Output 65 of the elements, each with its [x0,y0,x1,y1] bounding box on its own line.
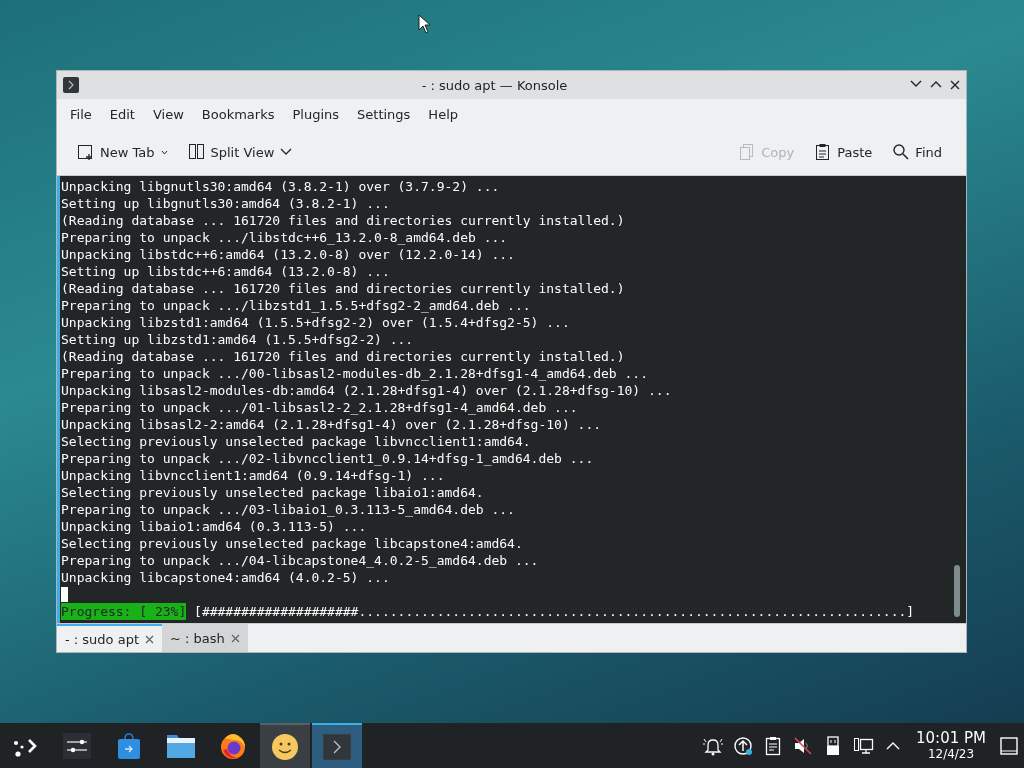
split-view-icon [187,143,205,161]
terminal-line: Preparing to unpack .../00-libsasl2-modules-db_2.1.28+dfsg1-4_amd64.deb ... [61,365,649,382]
terminal-line: Setting up libstdc++6:amd64 (13.2.0-8) ... [61,263,391,280]
close-icon[interactable] [950,80,960,90]
terminal-line: Unpacking libstdc++6:amd64 (13.2.0-8) over (12.2.0-14) ... [61,246,516,263]
smiley-face-icon [271,732,299,761]
menu-item[interactable]: View [143,102,193,126]
terminal-app-icon [63,77,79,93]
copy-icon [738,143,756,161]
terminal-line: Setting up libgnutls30:amd64 (3.8.2-1) ... [61,195,391,212]
shopping-bag-icon [116,731,142,760]
toolbar-button[interactable]: Paste [808,139,879,165]
terminal-line: (Reading database ... 161720 files and directories currently installed.) [61,280,626,297]
window-title: - : sudo apt — Konsole [420,77,569,93]
folder-icon [166,732,196,759]
new-tab-icon [77,143,94,161]
terminal-tab[interactable]: ~ : bash [162,624,248,652]
terminal-line: Unpacking libaio1:amd64 (0.3.113-5) ... [61,518,368,535]
close-icon[interactable] [145,634,154,644]
mouse-pointer-icon [418,14,432,34]
caret-icon [160,149,168,155]
menu-item[interactable]: Settings [348,102,420,126]
terminal-line: Setting up libzstd1:amd64 (1.5.5+dfsg2-2) ... [61,331,415,348]
terminal-line: Selecting previously unselected package libcapstone4:amd64. [61,535,524,552]
terminal-line: Selecting previously unselected package libvncclient1:amd64. [61,433,532,450]
terminal-line: Unpacking libvncclient1:amd64 (0.9.14+dfsg-1) ... [61,467,446,484]
search-icon [892,143,910,161]
terminal-line: Preparing to unpack .../libzstd1_1.5.5+dfsg2-2_amd64.deb ... [61,297,532,314]
show-desktop-icon[interactable] [1000,736,1018,755]
progress-bar-text: [####################......................................................................] [194,603,915,620]
taskbar-task-button[interactable] [260,723,310,768]
toolbar-button[interactable]: Find [886,139,948,165]
terminal-line: (Reading database ... 161720 files and directories currently installed.) [61,212,626,229]
terminal-line: Unpacking libsasl2-modules-db:amd64 (2.1.28+dfsg1-4) over (2.1.28+dfsg-10) ... [61,382,673,399]
terminal-line: Unpacking libgnutls30:amd64 (3.8.2-1) over (3.7.9-2) ... [61,178,501,195]
minimize-icon[interactable] [910,80,922,88]
terminal-line: Preparing to unpack .../libstdc++6_13.2.0-8_amd64.deb ... [61,229,509,246]
muted-speaker-icon[interactable] [792,734,814,757]
menu-item[interactable]: Help [419,102,467,126]
terminal-line: Preparing to unpack .../04-libcapstone4_4.0.2-5_amd64.deb ... [61,552,540,569]
chevron-down-icon [280,148,293,156]
menu-item[interactable]: File [61,102,101,126]
clock-time[interactable]: 10:01 PM [916,729,986,746]
menu-item[interactable]: Plugins [283,102,349,126]
menu-item[interactable]: Edit [100,102,144,126]
terminal-line: Preparing to unpack .../02-libvncclient1_0.9.14+dfsg-1_amd64.deb ... [61,450,595,467]
terminal-line: Preparing to unpack .../03-libaio1_0.3.113-5_amd64.deb ... [61,501,516,518]
toolbar-button[interactable]: New Tab [71,139,174,165]
maximize-icon[interactable] [930,80,942,88]
clock-date[interactable]: 12/4/23 [927,745,975,762]
scrollbar-thumb[interactable] [954,565,960,617]
terminal-line: Unpacking libsasl2-2:amd64 (2.1.28+dfsg1-4) over (2.1.28+dfsg-10) ... [61,416,603,433]
sliders-icon [63,732,91,759]
toolbar-button[interactable]: Split View [181,139,299,165]
terminal-line: Selecting previously unselected package libaio1:amd64. [61,484,485,501]
clipboard-icon [814,143,832,161]
terminal-line: Unpacking libzstd1:amd64 (1.5.5+dfsg2-2) over (1.5.4+dfsg2-5) ... [61,314,571,331]
terminal-line: Unpacking libcapstone4:amd64 (4.0.2-5) ... [61,569,391,586]
menu-item[interactable]: Bookmarks [192,102,284,126]
text-cursor [61,587,68,602]
fox-globe-icon [219,731,247,760]
progress-label: Progress: [ 23%] [61,603,187,620]
terminal-line: Preparing to unpack .../01-libsasl2-2_2.1.28+dfsg1-4_amd64.deb ... [61,399,579,416]
terminal-line: (Reading database ... 161720 files and directories currently installed.) [61,348,626,365]
terminal-icon [323,733,351,760]
